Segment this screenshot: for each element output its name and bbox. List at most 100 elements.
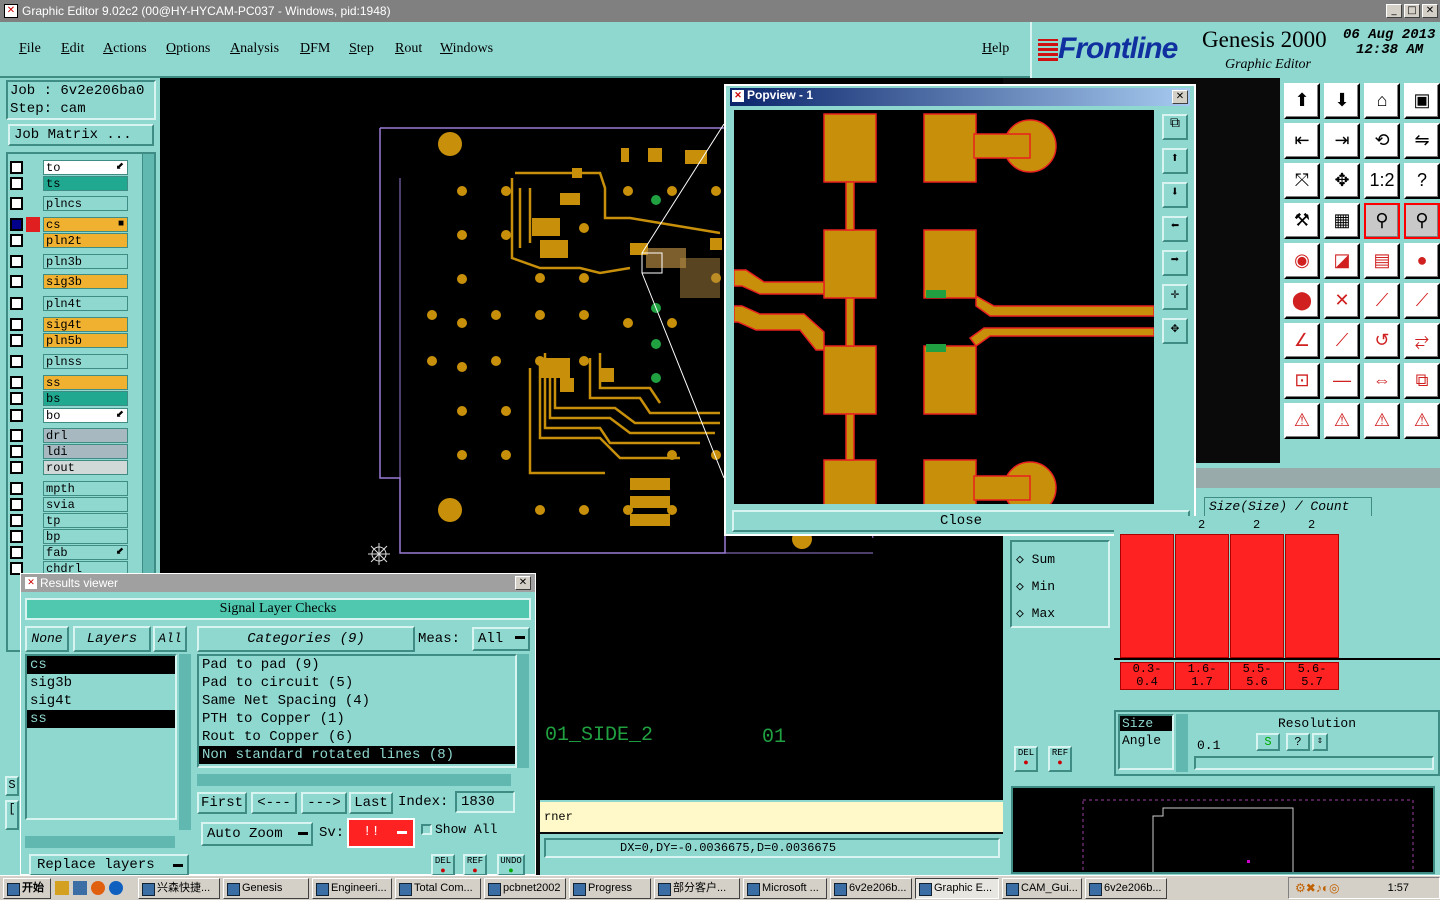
axis-angle[interactable]: Angle xyxy=(1120,733,1172,748)
layer-name[interactable]: sig4t xyxy=(43,317,128,332)
slash-icon[interactable]: ⟋ xyxy=(1324,323,1360,359)
layer-row[interactable]: pln2t xyxy=(10,233,128,248)
results-del-button[interactable]: DEL ● xyxy=(431,854,455,876)
layer-name[interactable]: ts xyxy=(43,176,128,191)
ruler-icon[interactable]: ▤ xyxy=(1364,243,1400,279)
maximize-button[interactable]: □ xyxy=(1404,4,1420,18)
axis-scrollbar[interactable] xyxy=(1176,714,1188,772)
layer-name[interactable]: pln5b xyxy=(43,333,128,348)
layer-checkbox[interactable] xyxy=(10,218,23,231)
layer-row[interactable]: pln5b xyxy=(10,333,128,348)
layer-checkbox[interactable] xyxy=(10,546,23,559)
scale-icon[interactable]: 1:2 xyxy=(1364,163,1400,199)
layer-checkbox[interactable] xyxy=(10,275,23,288)
layer-row[interactable]: sig4t xyxy=(10,317,128,332)
flip-icon[interactable]: ⥂ xyxy=(1404,323,1440,359)
tray-icons[interactable]: ⚙✖♪◐◎ xyxy=(1295,881,1340,895)
window-icon[interactable]: ▣ xyxy=(1404,83,1440,119)
taskbar-item[interactable]: Genesis xyxy=(223,877,309,899)
snap-icon[interactable]: ⚲ xyxy=(1364,203,1400,239)
layer-name[interactable]: drl xyxy=(43,428,128,443)
resolution-spin-icon[interactable]: ⇕ xyxy=(1312,733,1328,751)
layer-name[interactable]: cs xyxy=(43,217,128,232)
layer-row[interactable]: bp xyxy=(10,529,128,544)
menu-dfm[interactable]: DFM xyxy=(300,41,330,57)
layer-name[interactable]: ss xyxy=(43,375,128,390)
warning-icon[interactable]: ⚠ xyxy=(1324,403,1360,439)
popview-left-icon[interactable]: ⬅ xyxy=(1162,216,1188,242)
menu-file[interactable]: File xyxy=(19,41,41,57)
circle-icon[interactable]: ● xyxy=(1404,243,1440,279)
layer-checkbox[interactable] xyxy=(10,355,23,368)
rotate-icon[interactable]: ↺ xyxy=(1364,323,1400,359)
layer-name[interactable]: pln4t xyxy=(43,296,128,311)
layer-checkbox[interactable] xyxy=(10,297,23,310)
layer-row[interactable]: ts xyxy=(10,176,128,191)
hist-del-button[interactable]: DEL ● xyxy=(1014,746,1038,772)
layers-scrollbar[interactable] xyxy=(179,654,191,830)
swap-icon[interactable]: ⇋ xyxy=(1404,123,1440,159)
categories-button[interactable]: Categories (9) xyxy=(197,626,415,652)
layer-checkbox[interactable] xyxy=(10,376,23,389)
close-button[interactable]: ✕ xyxy=(1422,4,1438,18)
fill-icon[interactable]: ◪ xyxy=(1324,243,1360,279)
undo-icon[interactable]: ⟲ xyxy=(1364,123,1400,159)
resize-icon[interactable]: ⇔ xyxy=(1364,363,1400,399)
warning-icon[interactable]: ⚠ xyxy=(1404,403,1440,439)
layer-row[interactable]: plnss xyxy=(10,354,128,369)
layer-row[interactable]: svia xyxy=(10,497,128,512)
align-left-icon[interactable]: ⇤ xyxy=(1284,123,1320,159)
results-layer-item[interactable]: sig4t xyxy=(27,692,175,710)
histogram-bar[interactable] xyxy=(1285,534,1339,658)
resolution-help-icon[interactable]: ? xyxy=(1286,733,1310,751)
results-category-item[interactable]: Same Net Spacing (4) xyxy=(199,692,515,710)
angle-icon[interactable]: ∠ xyxy=(1284,323,1320,359)
layer-panel-tab[interactable]: S xyxy=(5,776,19,796)
layer-name[interactable]: bs xyxy=(43,391,128,406)
popview-close-icon[interactable]: ✕ xyxy=(1172,90,1188,104)
taskbar-item[interactable]: 部分客户... xyxy=(654,877,740,899)
results-ref-button[interactable]: REF ● xyxy=(463,854,487,876)
resolution-slider[interactable] xyxy=(1194,756,1434,770)
layer-name[interactable]: tp xyxy=(43,513,128,528)
layer-checkbox[interactable] xyxy=(10,409,23,422)
layer-checkbox[interactable] xyxy=(10,197,23,210)
show-all-checkbox[interactable] xyxy=(421,824,432,835)
layer-row[interactable]: rout xyxy=(10,460,128,475)
layer-row[interactable]: tp xyxy=(10,513,128,528)
layer-row[interactable]: fab ⬋ xyxy=(10,545,128,560)
layer-checkbox[interactable] xyxy=(10,530,23,543)
index-field[interactable]: 1830 xyxy=(455,791,515,813)
quick-launch-icon[interactable] xyxy=(55,881,69,895)
hist-ref-button[interactable]: REF ● xyxy=(1048,746,1072,772)
stat-max[interactable]: ◇ Max xyxy=(1016,606,1055,621)
layer-up-icon[interactable]: ⬆ xyxy=(1284,83,1320,119)
categories-scrollbar[interactable] xyxy=(517,654,529,768)
layer-checkbox[interactable] xyxy=(10,255,23,268)
line-icon[interactable]: ⟋ xyxy=(1364,283,1400,319)
layer-checkbox[interactable] xyxy=(10,445,23,458)
menu-rout[interactable]: Rout xyxy=(395,41,422,57)
dash-icon[interactable]: — xyxy=(1324,363,1360,399)
popview-up-icon[interactable]: ⬆ xyxy=(1162,148,1188,174)
layer-name[interactable]: ldi xyxy=(43,444,128,459)
layer-checkbox[interactable] xyxy=(10,318,23,331)
overview-map[interactable] xyxy=(1011,786,1435,881)
layer-row[interactable]: ss xyxy=(10,375,128,390)
layer-row[interactable]: drl xyxy=(10,428,128,443)
layers-hscrollbar[interactable] xyxy=(25,836,175,848)
stat-sum[interactable]: ◇ Sum xyxy=(1016,552,1055,567)
layer-checkbox[interactable] xyxy=(10,498,23,511)
copy-icon[interactable]: ⧉ xyxy=(1404,363,1440,399)
tools-icon[interactable]: ⚒ xyxy=(1284,203,1320,239)
layer-checkbox[interactable] xyxy=(10,334,23,347)
layers-list[interactable]: cs sig3b sig4t ss xyxy=(25,654,177,820)
resolution-s-icon[interactable]: S xyxy=(1256,733,1280,751)
layer-row[interactable]: sig3b xyxy=(10,274,128,289)
prev-button[interactable]: <--- xyxy=(251,792,297,814)
menu-actions[interactable]: Actions xyxy=(103,41,147,57)
none-button[interactable]: None xyxy=(25,626,69,652)
categories-hscrollbar[interactable] xyxy=(197,774,511,786)
layer-checkbox[interactable] xyxy=(10,234,23,247)
layer-name[interactable]: pln3b xyxy=(43,254,128,269)
